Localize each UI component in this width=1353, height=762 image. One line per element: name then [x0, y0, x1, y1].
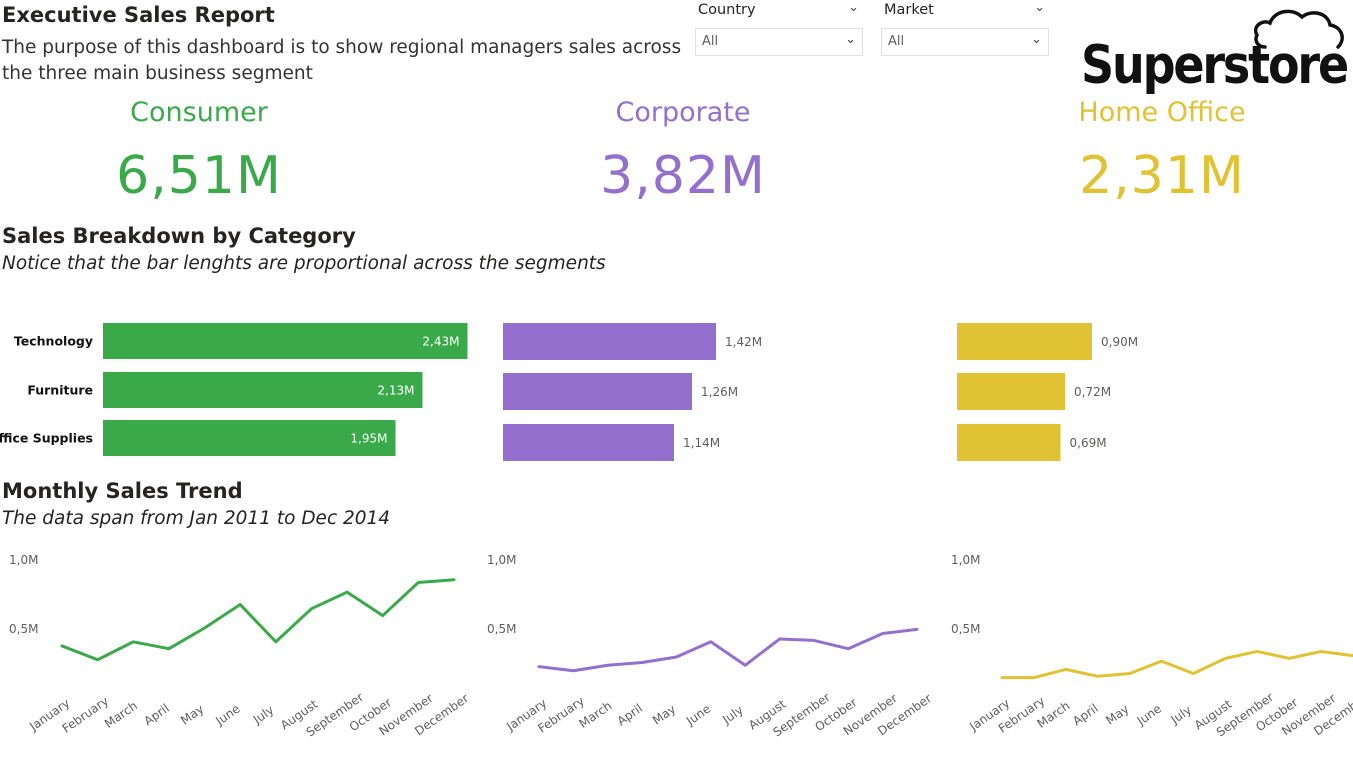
bar	[957, 323, 1092, 360]
x-tick-label: July	[719, 703, 746, 727]
y-tick-label: 1,0M	[487, 553, 516, 567]
x-tick-label: July	[250, 703, 277, 727]
y-tick-label: 0,5M	[951, 622, 980, 636]
bar	[957, 424, 1061, 461]
series-line	[1000, 649, 1353, 680]
category-label: Technology	[14, 334, 93, 349]
bar	[503, 373, 692, 410]
data-label: 0,90M	[1101, 335, 1138, 349]
x-tick-label: February	[60, 694, 112, 736]
x-tick-label: April	[615, 701, 646, 728]
y-tick-label: 0,5M	[487, 622, 516, 636]
x-tick-label: April	[141, 701, 172, 728]
x-tick-label: June	[1134, 701, 1164, 728]
charts-canvas: Technology 2,43M Furniture 2,13M Office Supp…	[0, 323, 1353, 739]
data-label: 1,42M	[725, 335, 762, 349]
series-line	[60, 578, 456, 662]
x-tick-label: May	[178, 702, 206, 728]
bar	[503, 424, 674, 461]
bar	[957, 373, 1065, 410]
y-tick-label: 1,0M	[9, 553, 38, 567]
category-label: Furniture	[27, 383, 93, 398]
bar	[103, 372, 423, 408]
y-tick-label: 0,5M	[9, 622, 38, 636]
x-tick-label: May	[650, 702, 678, 728]
y-tick-label: 1,0M	[951, 553, 980, 567]
x-tick-label: April	[1070, 701, 1101, 728]
data-label: 1,14M	[683, 436, 720, 450]
bar	[103, 323, 468, 359]
data-label: 0,69M	[1070, 436, 1107, 450]
category-label: Office Supplies	[0, 431, 93, 446]
series-line	[537, 627, 919, 673]
bar	[503, 323, 716, 360]
data-label: 1,26M	[701, 385, 738, 399]
x-tick-label: June	[212, 701, 242, 728]
x-tick-label: May	[1103, 702, 1131, 728]
data-label: 2,13M	[377, 384, 414, 398]
data-label: 2,43M	[422, 335, 459, 349]
x-tick-label: June	[683, 701, 713, 728]
data-label: 1,95M	[350, 432, 387, 446]
x-tick-label: July	[1167, 703, 1194, 727]
data-label: 0,72M	[1074, 385, 1111, 399]
